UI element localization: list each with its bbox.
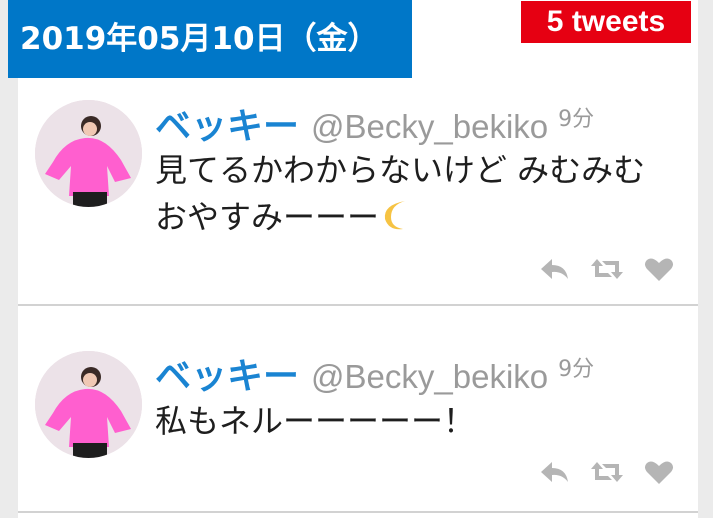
display-name[interactable]: ベッキー — [155, 347, 299, 399]
avatar-image — [35, 100, 142, 207]
user-handle[interactable]: @Becky_bekiko — [311, 108, 548, 146]
retweet-icon[interactable] — [590, 255, 624, 283]
tweet-text: 見てるかわからないけど みむみむ おやすみーーー — [155, 147, 675, 244]
user-handle[interactable]: @Becky_bekiko — [311, 358, 548, 396]
tweet-actions — [538, 458, 676, 486]
tweet-text: 私もネルーーーーー！ — [155, 402, 476, 440]
avatar-image — [35, 351, 142, 458]
tweet-header: ベッキー @Becky_bekiko 9分 — [155, 347, 594, 399]
like-icon[interactable] — [642, 458, 676, 486]
tweet-actions — [538, 255, 676, 283]
tweet-item[interactable]: ベッキー @Becky_bekiko 9分 私もネルーーーーー！ — [18, 306, 698, 512]
like-icon[interactable] — [642, 255, 676, 283]
crescent-moon-icon — [383, 197, 413, 244]
date-banner: 2019年05月10日（金） — [8, 0, 412, 78]
reply-icon[interactable] — [538, 458, 572, 486]
tweet-divider — [18, 511, 698, 513]
tweet-time: 9分 — [558, 357, 595, 382]
reply-icon[interactable] — [538, 255, 572, 283]
tweet-item[interactable]: ベッキー @Becky_bekiko 9分 見てるかわからないけど みむみむ お… — [18, 85, 698, 304]
tweet-header: ベッキー @Becky_bekiko 9分 — [155, 97, 594, 149]
avatar[interactable] — [35, 100, 142, 207]
retweet-icon[interactable] — [590, 458, 624, 486]
tweet-count-badge: 5 tweets — [521, 1, 691, 43]
tweet-time: 9分 — [558, 107, 595, 132]
avatar[interactable] — [35, 351, 142, 458]
display-name[interactable]: ベッキー — [155, 97, 299, 149]
